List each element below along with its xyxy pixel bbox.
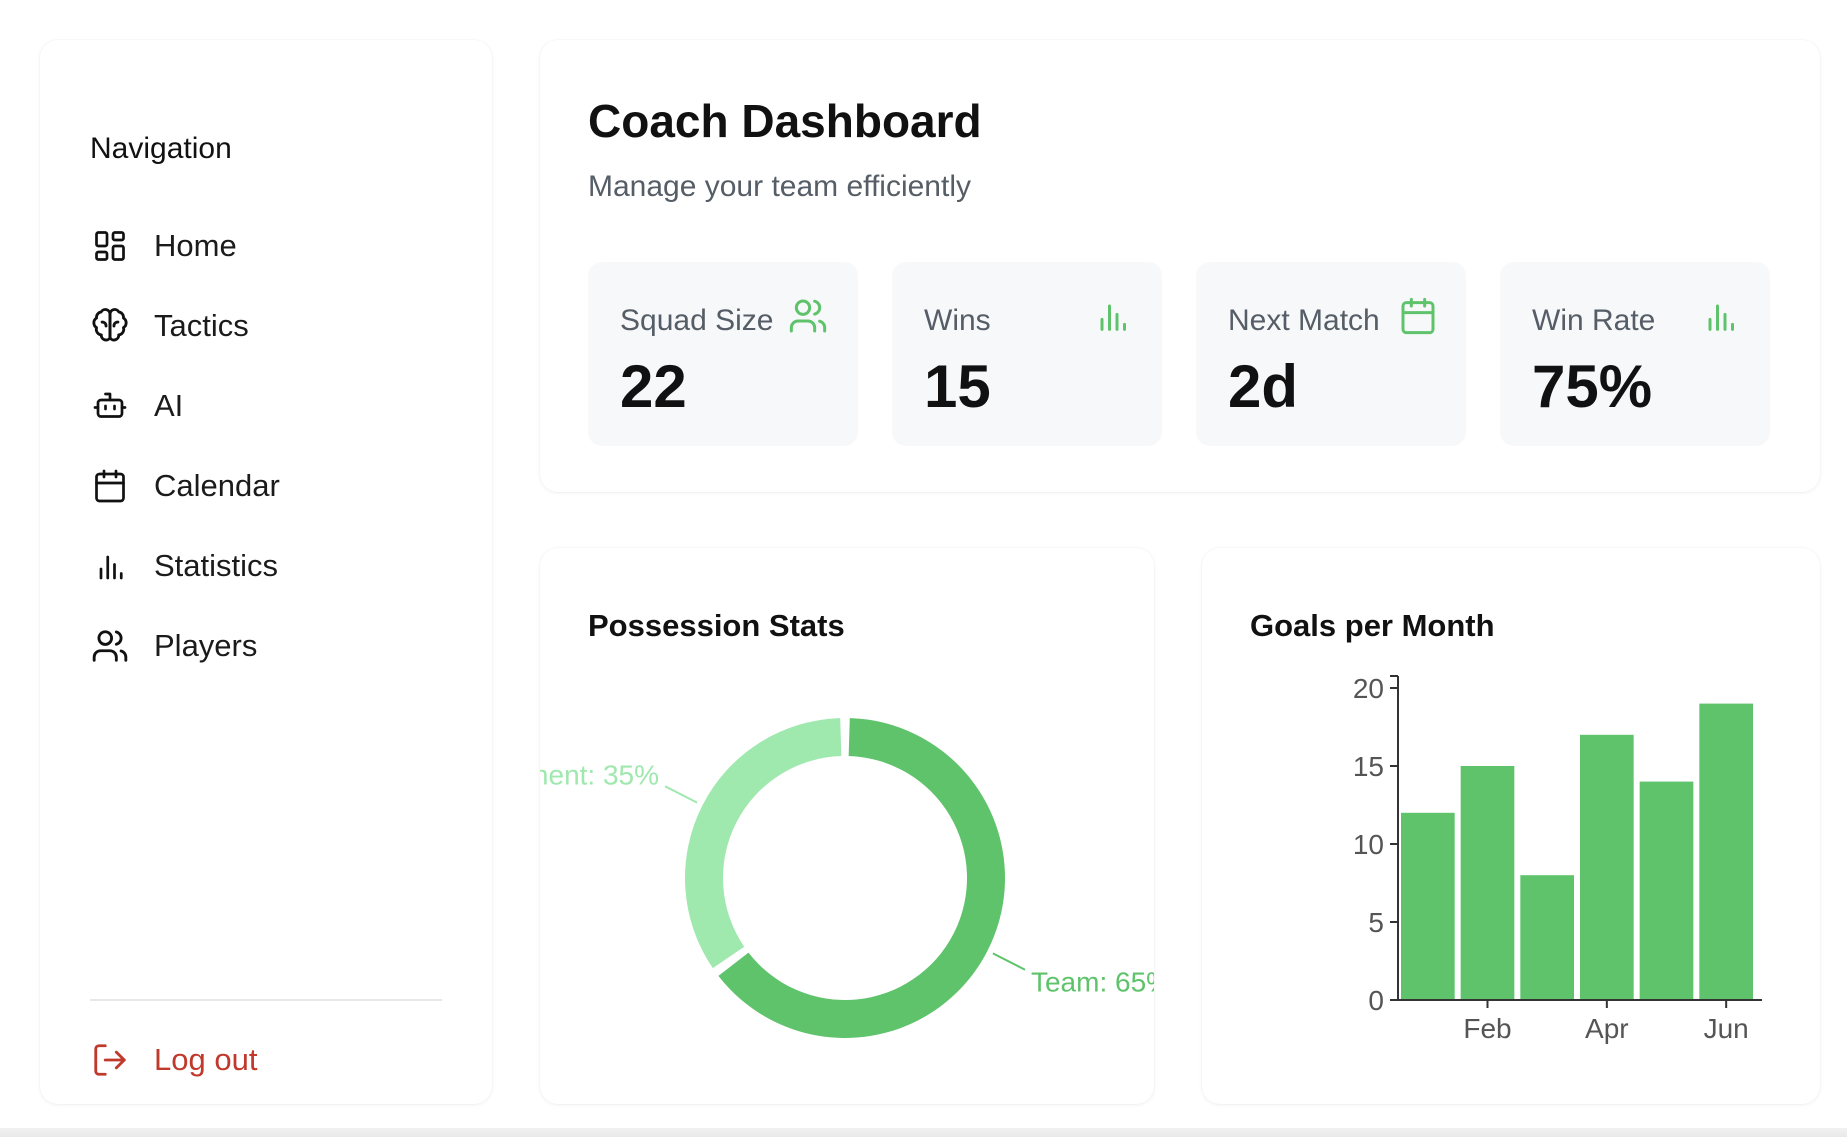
sidebar: Navigation Home Tactics AI Calendar Stat… [40, 40, 492, 1104]
sidebar-item-label: Tactics [154, 308, 249, 343]
bar-apr [1580, 734, 1634, 1000]
sidebar-item-home[interactable]: Home [90, 218, 450, 274]
bar-jan [1401, 812, 1455, 1000]
y-tick-label: 15 [1353, 751, 1384, 782]
bar-chart-icon [1092, 296, 1132, 336]
stat-label: Win Rate [1532, 304, 1656, 337]
page-title: Coach Dashboard [588, 95, 982, 147]
calendar-icon [1398, 296, 1438, 336]
y-tick-label: 5 [1368, 907, 1384, 938]
sidebar-item-label: AI [154, 388, 184, 423]
stat-label: Squad Size [620, 304, 774, 337]
page-subtitle: Manage your team efficiently [588, 170, 971, 203]
stat-value: 2d [1228, 353, 1299, 420]
stat-label: Wins [924, 304, 991, 337]
sidebar-divider [90, 999, 442, 1001]
pie-label: Opponent: 35% [540, 759, 659, 790]
bar-mar [1520, 875, 1574, 1000]
sidebar-item-label: Statistics [154, 548, 279, 583]
stat-label: Next Match [1228, 304, 1380, 337]
sidebar-item-statistics[interactable]: Statistics [90, 538, 450, 594]
goals-card: Goals per Month 0 5 10 15 20 Feb Apr Jun [1202, 548, 1820, 1104]
sidebar-item-players[interactable]: Players [90, 618, 450, 674]
page-bottom-edge [0, 1128, 1847, 1137]
logout-icon [90, 1040, 130, 1080]
x-tick-label: Apr [1585, 1013, 1629, 1044]
pie-leader-line [992, 952, 1026, 971]
sidebar-item-label: Calendar [154, 468, 280, 503]
sidebar-item-label: Players [154, 628, 258, 663]
sidebar-item-calendar[interactable]: Calendar [90, 458, 450, 514]
dashboard-icon [90, 226, 130, 266]
bar-feb [1460, 766, 1515, 1000]
y-tick-label: 10 [1353, 829, 1384, 860]
bar-may [1639, 781, 1694, 1000]
stat-card-next-match: Next Match 2d [1196, 262, 1466, 446]
x-tick-label: Feb [1463, 1013, 1511, 1044]
x-tick-label: Jun [1704, 1013, 1749, 1044]
stat-value: 22 [620, 353, 687, 420]
stat-card-wins: Wins 15 [892, 262, 1162, 446]
bar-chart-icon [1700, 296, 1740, 336]
brain-icon [90, 306, 130, 346]
y-tick-label: 0 [1368, 985, 1384, 1016]
stat-card-win-rate: Win Rate 75% [1500, 262, 1770, 446]
goals-bar-chart: 0 5 10 15 20 Feb Apr Jun [1353, 673, 1762, 1044]
stat-value: 75% [1532, 353, 1653, 420]
bar-chart-icon [90, 546, 130, 586]
sidebar-item-label: Home [154, 228, 237, 263]
sidebar-item-ai[interactable]: AI [90, 378, 450, 434]
header-card: Coach Dashboard Manage your team efficie… [540, 40, 1820, 492]
stat-value: 15 [924, 353, 991, 420]
possession-donut-chart: Team: 65% Opponent: 35% [540, 718, 1154, 1038]
users-icon [788, 296, 828, 336]
pie-label: Team: 65% [1031, 967, 1154, 998]
logout-button[interactable]: Log out [90, 1032, 450, 1088]
possession-card: Possession Stats Team: 65%Opponent: 35% [540, 548, 1154, 1104]
pie-slice-opponent [685, 718, 842, 969]
stat-card-squad-size: Squad Size 22 [588, 262, 858, 446]
sidebar-title: Navigation [90, 132, 232, 165]
y-tick-label: 20 [1353, 673, 1384, 704]
logout-label: Log out [154, 1042, 258, 1077]
bot-icon [90, 386, 130, 426]
calendar-icon [90, 466, 130, 506]
pie-leader-line [664, 785, 698, 804]
users-icon [90, 626, 130, 666]
sidebar-item-tactics[interactable]: Tactics [90, 298, 450, 354]
bar-jun [1699, 703, 1753, 1000]
